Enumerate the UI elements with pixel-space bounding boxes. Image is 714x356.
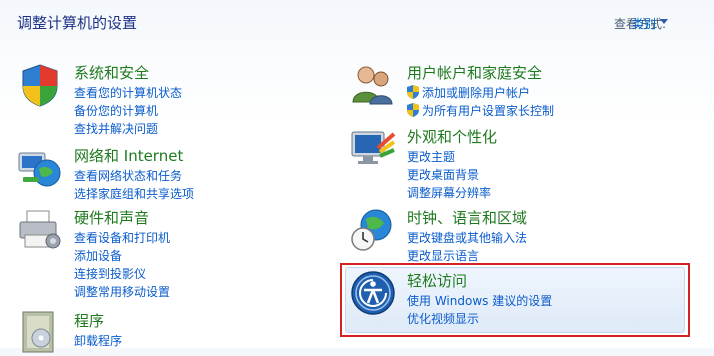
category-title[interactable]: 硬件和声音 <box>74 207 149 228</box>
link-screen-resolution[interactable]: 调整屏幕分辨率 <box>407 184 491 202</box>
ease-of-access-icon <box>351 271 395 315</box>
category-appearance: 外观和个性化 更改主题 更改桌面背景 调整屏幕分辨率 <box>350 126 690 202</box>
link-desktop-background[interactable]: 更改桌面背景 <box>407 166 491 184</box>
shield-icon <box>22 64 58 107</box>
link-network-status[interactable]: 查看网络状态和任务 <box>74 167 194 185</box>
link-label: 添加或删除用户帐户 <box>422 86 531 100</box>
users-icon <box>352 66 393 105</box>
link-add-device[interactable]: 添加设备 <box>74 247 170 265</box>
link-windows-recommended-settings[interactable]: 使用 Windows 建议的设置 <box>407 292 552 310</box>
category-title[interactable]: 系统和安全 <box>74 62 149 83</box>
link-homegroup-sharing[interactable]: 选择家庭组和共享选项 <box>74 185 194 203</box>
category-ease-of-access[interactable]: 轻松访问 使用 Windows 建议的设置 优化视频显示 <box>350 270 680 330</box>
view-by-dropdown[interactable]: 类别 <box>632 15 656 32</box>
category-clock-language-region: 时钟、语言和区域 更改键盘或其他输入法 更改显示语言 <box>350 207 690 265</box>
monitor-paint-icon <box>351 131 396 164</box>
link-change-keyboard[interactable]: 更改键盘或其他输入法 <box>407 229 527 247</box>
category-title[interactable]: 网络和 Internet <box>74 145 183 166</box>
link-add-remove-users[interactable]: 添加或删除用户帐户 <box>407 84 554 102</box>
network-globe-icon <box>18 152 61 187</box>
link-uninstall-program[interactable]: 卸载程序 <box>74 332 122 350</box>
category-title[interactable]: 时钟、语言和区域 <box>407 207 527 228</box>
programs-disc-icon <box>22 311 54 353</box>
globe-clock-icon <box>351 209 392 251</box>
link-connect-projector[interactable]: 连接到投影仪 <box>74 265 170 283</box>
link-view-computer-status[interactable]: 查看您的计算机状态 <box>74 84 182 102</box>
chevron-down-icon[interactable] <box>660 19 668 24</box>
page-title: 调整计算机的设置 <box>17 14 138 32</box>
link-backup-computer[interactable]: 备份您的计算机 <box>74 102 182 120</box>
uac-shield-icon <box>407 85 419 99</box>
link-change-theme[interactable]: 更改主题 <box>407 148 491 166</box>
printer-icon <box>19 210 61 249</box>
uac-shield-icon <box>407 103 419 117</box>
link-devices-printers[interactable]: 查看设备和打印机 <box>74 229 170 247</box>
category-title[interactable]: 外观和个性化 <box>407 126 497 147</box>
category-network-internet: 网络和 Internet 查看网络状态和任务 选择家庭组和共享选项 <box>17 145 317 205</box>
category-system-security: 系统和安全 查看您的计算机状态 备份您的计算机 查找并解决问题 <box>17 62 317 142</box>
link-parental-controls[interactable]: 为所有用户设置家长控制 <box>407 102 554 120</box>
link-troubleshoot[interactable]: 查找并解决问题 <box>74 120 182 138</box>
category-title[interactable]: 程序 <box>74 310 104 331</box>
category-hardware-sound: 硬件和声音 查看设备和打印机 添加设备 连接到投影仪 调整常用移动设置 <box>17 207 317 303</box>
category-title[interactable]: 轻松访问 <box>407 270 467 291</box>
link-optimize-visual-display[interactable]: 优化视频显示 <box>407 310 552 328</box>
link-mobility-settings[interactable]: 调整常用移动设置 <box>74 283 170 301</box>
category-programs: 程序 卸载程序 <box>17 310 317 353</box>
link-label: 为所有用户设置家长控制 <box>422 104 555 118</box>
category-title[interactable]: 用户帐户和家庭安全 <box>407 62 542 83</box>
category-user-accounts: 用户帐户和家庭安全 添加或删除用户帐户 为所有用户设置家长控制 <box>350 62 690 122</box>
